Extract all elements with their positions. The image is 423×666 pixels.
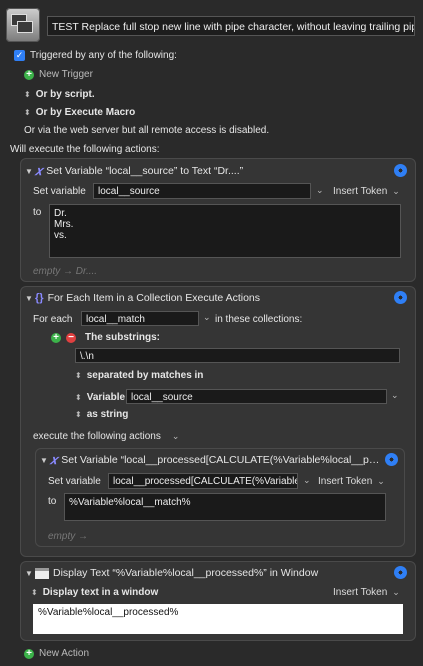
- window-icon: [35, 567, 49, 579]
- set-variable-label: Set variable: [48, 476, 101, 487]
- disclosure-triangle-icon[interactable]: ▼: [25, 569, 35, 578]
- remove-collection-icon[interactable]: −: [66, 332, 76, 343]
- substring-pattern-field[interactable]: \.\n: [75, 348, 400, 363]
- text-value-field[interactable]: %Variable%local__match%: [64, 493, 386, 521]
- set-variable-label: Set variable: [33, 186, 86, 197]
- to-label: to: [33, 207, 42, 218]
- gear-icon[interactable]: [394, 291, 407, 304]
- add-action-icon[interactable]: +: [24, 648, 34, 659]
- chevron-down-icon: ⌄: [392, 587, 400, 597]
- window-stack-icon-front: [17, 21, 33, 33]
- result-preview: empty →: [48, 531, 89, 542]
- variable-x-icon: 𝑥: [35, 163, 43, 178]
- chevron-down-icon[interactable]: ⌄: [391, 390, 399, 401]
- execute-actions-label: execute the following actions: [33, 431, 161, 442]
- expand-icon[interactable]: ⬍: [31, 588, 38, 597]
- by-execute-macro-option[interactable]: Or by Execute Macro: [36, 107, 135, 118]
- variable-name-field[interactable]: local__source: [93, 183, 311, 199]
- disclosure-triangle-icon[interactable]: ▼: [40, 456, 50, 465]
- braces-icon: {}: [35, 292, 44, 304]
- chevron-down-icon: ⌄: [392, 186, 400, 196]
- will-execute-label: Will execute the following actions:: [10, 144, 160, 155]
- insert-token-button[interactable]: Insert Token: [333, 587, 387, 598]
- new-trigger-link[interactable]: New Trigger: [39, 69, 93, 80]
- in-collections-label: in these collections:: [215, 314, 303, 325]
- action-display-text[interactable]: ▼ Display Text “%Variable%local__process…: [20, 561, 416, 641]
- for-each-label: For each: [33, 314, 73, 325]
- chevron-down-icon[interactable]: ⌄: [203, 312, 211, 323]
- separated-by-option[interactable]: separated by matches in: [87, 370, 204, 381]
- expand-icon[interactable]: ⬍: [75, 410, 82, 419]
- insert-token-button[interactable]: Insert Token: [333, 186, 387, 197]
- to-label: to: [48, 496, 57, 507]
- add-trigger-icon[interactable]: +: [24, 69, 34, 80]
- trigger-checkbox[interactable]: ✓: [14, 50, 25, 61]
- action-for-each[interactable]: ▼ {} For Each Item in a Collection Execu…: [20, 286, 416, 557]
- nested-action-title: Set Variable “local__processed[CALCULATE…: [61, 454, 380, 466]
- text-value-area[interactable]: Dr. Mrs. vs.: [49, 204, 401, 258]
- action-title: Set Variable “local__source” to Text “Dr…: [46, 165, 244, 177]
- by-script-option[interactable]: Or by script.: [36, 89, 95, 100]
- source-type-option[interactable]: Variable: [87, 392, 125, 403]
- action-title: For Each Item in a Collection Execute Ac…: [47, 292, 260, 304]
- action-set-variable-source[interactable]: ▼ 𝑥 Set Variable “local__source” to Text…: [20, 158, 416, 282]
- result-preview: empty → Dr....: [33, 266, 98, 277]
- gear-icon[interactable]: [394, 566, 407, 579]
- chevron-down-icon[interactable]: ⌄: [316, 185, 324, 196]
- expand-icon[interactable]: ⬍: [75, 393, 82, 402]
- chevron-down-icon[interactable]: ⌄: [172, 431, 180, 442]
- macro-title-field[interactable]: TEST Replace full stop new line with pip…: [47, 16, 415, 36]
- disclosure-triangle-icon[interactable]: ▼: [25, 167, 35, 176]
- add-collection-icon[interactable]: +: [51, 332, 61, 343]
- expand-icon[interactable]: ⬍: [24, 108, 31, 117]
- disclosure-triangle-icon[interactable]: ▼: [25, 294, 35, 303]
- variable-x-icon: 𝑥: [50, 452, 58, 467]
- nested-action-set-variable[interactable]: ▼ 𝑥 Set Variable “local__processed[CALCU…: [35, 448, 405, 547]
- insert-token-button[interactable]: Insert Token: [318, 476, 372, 487]
- gear-icon[interactable]: [385, 453, 398, 466]
- web-server-note: Or via the web server but all remote acc…: [24, 125, 270, 136]
- triggered-label: Triggered by any of the following:: [30, 50, 177, 61]
- display-text-field[interactable]: %Variable%local__processed%: [33, 604, 403, 634]
- display-mode-option[interactable]: Display text in a window: [43, 587, 159, 598]
- source-variable-field[interactable]: local__source: [126, 389, 387, 404]
- macro-icon: [6, 8, 40, 42]
- text-line: vs.: [54, 230, 67, 241]
- action-title: Display Text “%Variable%local__processed…: [53, 567, 319, 579]
- as-string-option[interactable]: as string: [87, 409, 129, 420]
- text-line: Dr.: [54, 208, 67, 219]
- substrings-label: The substrings:: [85, 332, 161, 343]
- chevron-down-icon: ⌄: [377, 476, 385, 486]
- expand-icon[interactable]: ⬍: [24, 90, 31, 99]
- gear-icon[interactable]: [394, 164, 407, 177]
- variable-name-field[interactable]: local__processed[CALCULATE(%Variable%: [108, 473, 298, 489]
- chevron-down-icon[interactable]: ⌄: [303, 475, 311, 486]
- new-action-link[interactable]: New Action: [39, 648, 89, 659]
- expand-icon[interactable]: ⬍: [75, 371, 82, 380]
- text-line: Mrs.: [54, 219, 74, 230]
- for-each-variable-field[interactable]: local__match: [81, 311, 199, 326]
